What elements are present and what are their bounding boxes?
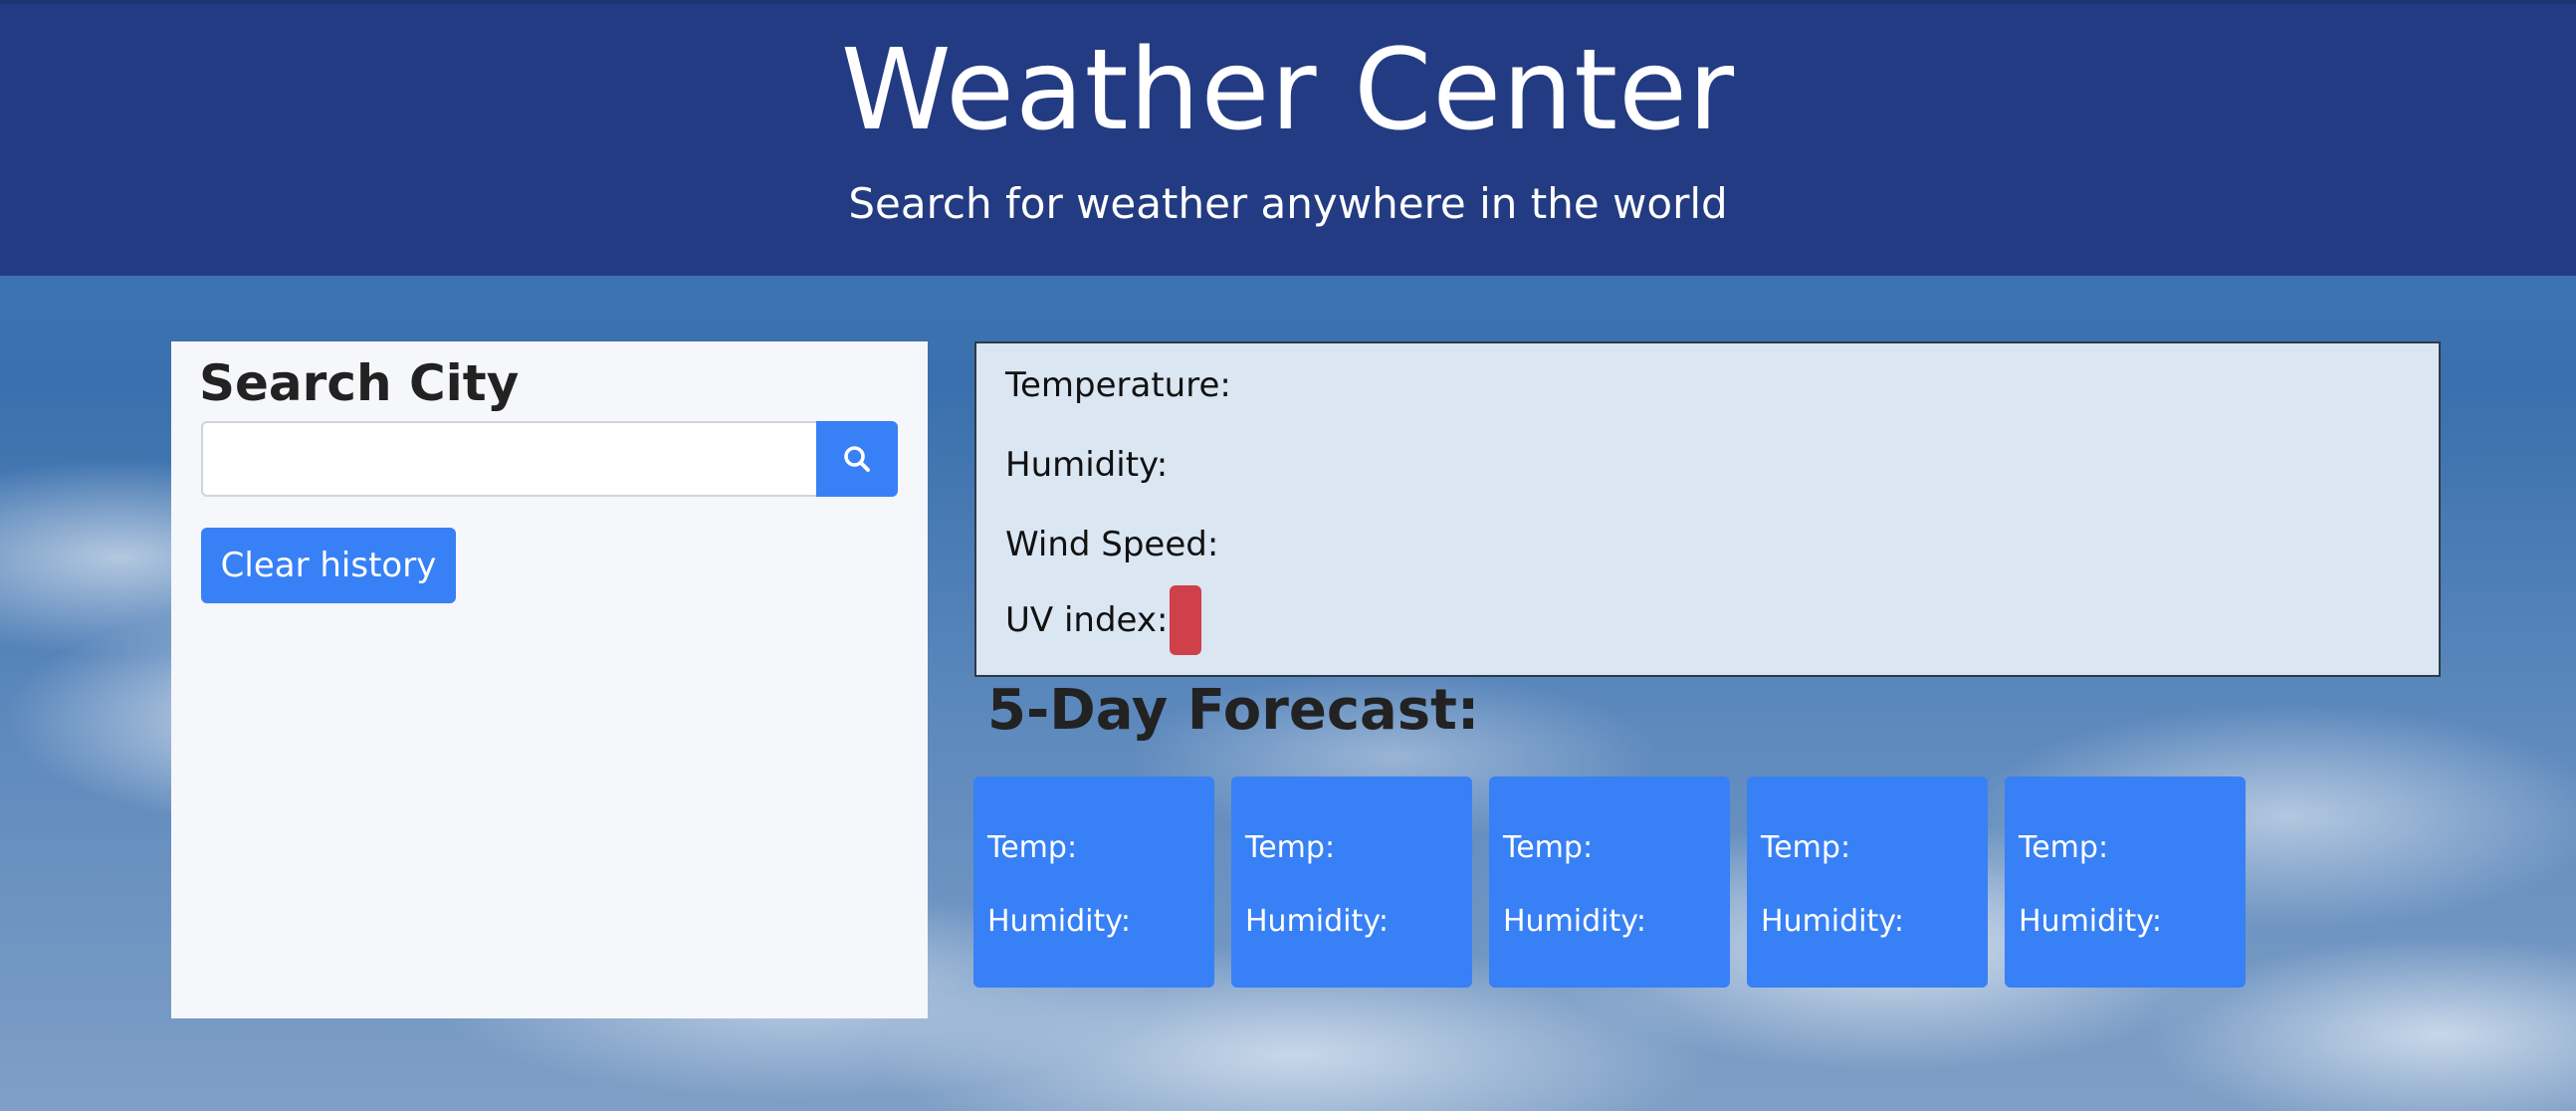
forecast-temp-label: Temp: <box>987 830 1078 865</box>
city-search-input[interactable] <box>201 421 816 497</box>
wind-speed-row: Wind Speed: <box>1005 523 1218 566</box>
forecast-humidity-label: Humidity: <box>987 904 1131 939</box>
forecast-card: Temp: Humidity: <box>1747 777 1988 988</box>
clear-history-button[interactable]: Clear history <box>201 528 456 603</box>
search-row <box>201 421 898 497</box>
forecast-temp-label: Temp: <box>1761 830 1851 865</box>
search-heading: Search City <box>199 354 520 412</box>
forecast-temp-label: Temp: <box>1503 830 1594 865</box>
current-weather-panel: Temperature: Humidity: Wind Speed: UV in… <box>974 341 2441 677</box>
uv-index-badge <box>1170 585 1202 655</box>
humidity-row: Humidity: <box>1005 443 1168 487</box>
temperature-label: Temperature: <box>1005 365 1231 405</box>
forecast-title: 5-Day Forecast: <box>987 678 1480 743</box>
wind-speed-label: Wind Speed: <box>1005 525 1219 564</box>
forecast-humidity-label: Humidity: <box>1503 904 1646 939</box>
humidity-label: Humidity: <box>1005 445 1169 485</box>
forecast-temp-label: Temp: <box>2019 830 2109 865</box>
page-subtitle: Search for weather anywhere in the world <box>848 179 1728 228</box>
forecast-card: Temp: Humidity: <box>1231 777 1472 988</box>
forecast-humidity-label: Humidity: <box>2019 904 2162 939</box>
uv-index-label: UV index: <box>1005 600 1169 640</box>
site-header: Weather Center Search for weather anywhe… <box>0 0 2576 276</box>
page-title: Weather Center <box>840 26 1736 155</box>
forecast-humidity-label: Humidity: <box>1761 904 1904 939</box>
forecast-card: Temp: Humidity: <box>2005 777 2246 988</box>
search-button[interactable] <box>816 421 898 497</box>
search-icon <box>842 444 872 474</box>
forecast-humidity-label: Humidity: <box>1245 904 1389 939</box>
forecast-card: Temp: Humidity: <box>973 777 1214 988</box>
search-panel: Search City Clear history <box>171 341 928 1018</box>
forecast-row: Temp: Humidity: Temp: Humidity: Temp: Hu… <box>973 777 2262 988</box>
forecast-temp-label: Temp: <box>1245 830 1336 865</box>
temperature-row: Temperature: <box>1005 363 1231 407</box>
forecast-card: Temp: Humidity: <box>1489 777 1730 988</box>
uv-index-row: UV index: <box>1005 585 1202 655</box>
